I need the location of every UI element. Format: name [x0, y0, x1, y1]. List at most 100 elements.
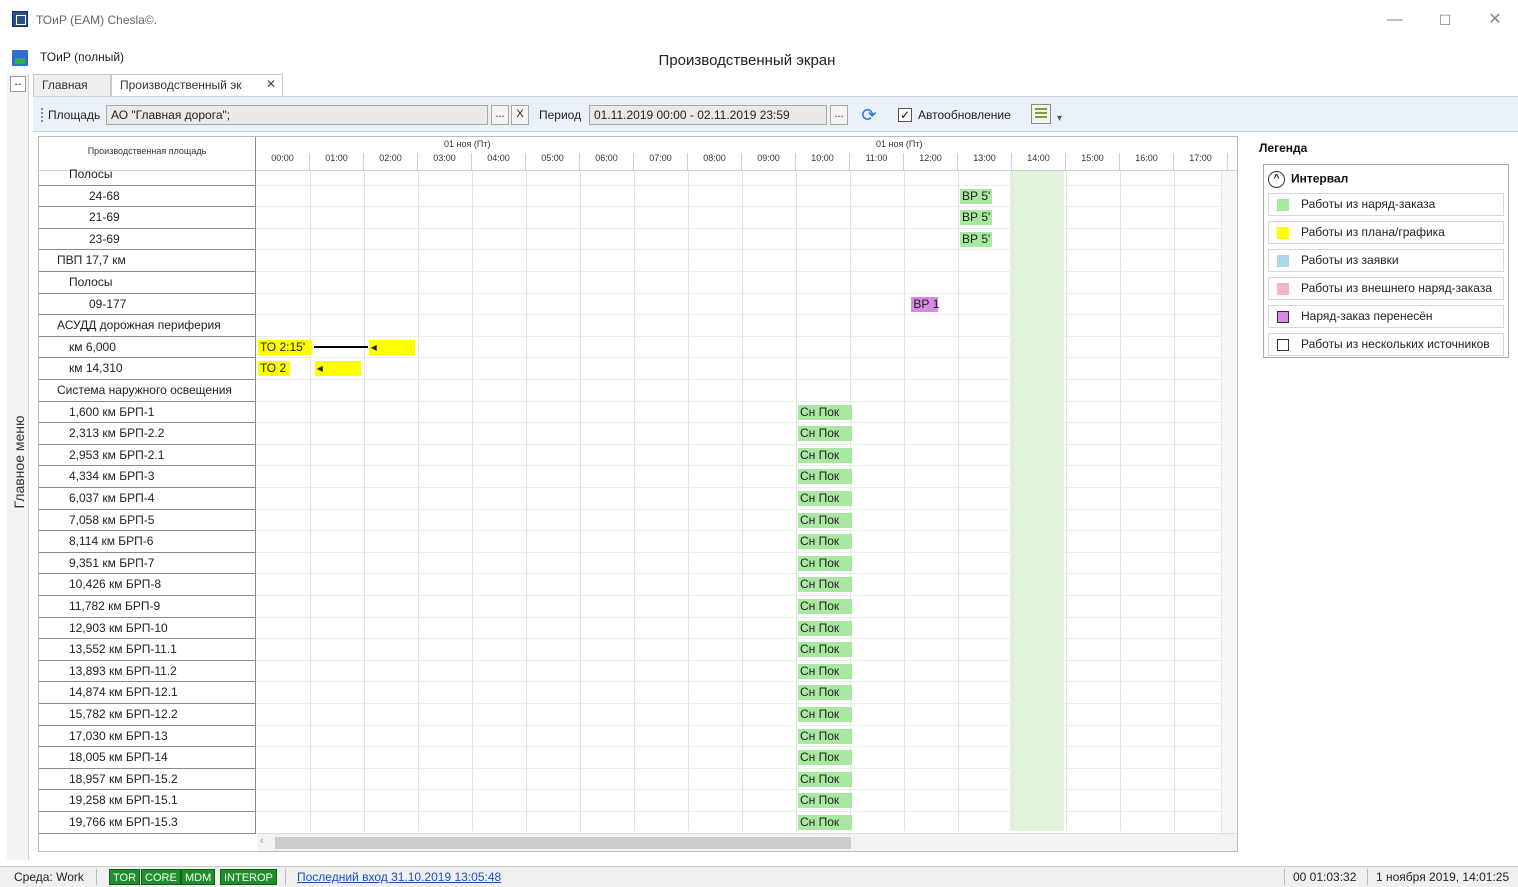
work-order-bar[interactable]: Сн Пок [798, 404, 852, 420]
work-order-bar[interactable]: Сн Пок [798, 426, 852, 442]
grid-row[interactable]: 21-69 [39, 207, 1237, 229]
row-area-name[interactable]: 1,600 км БРП-1 [39, 401, 256, 424]
row-area-name[interactable]: 2,953 км БРП-2.1 [39, 444, 256, 467]
row-area-name[interactable]: 19,766 км БРП-15.3 [39, 812, 256, 834]
plan-work-bar[interactable]: ТО 2 [258, 361, 291, 377]
grid-row[interactable]: 15,782 км БРП-12.2 [39, 704, 1237, 726]
work-order-bar[interactable]: ВР 5' [960, 188, 993, 204]
row-area-name[interactable]: 21-69 [39, 207, 256, 229]
grid-row[interactable]: 8,114 км БРП-6 [39, 531, 1237, 553]
work-order-bar[interactable]: Сн Пок [798, 599, 852, 614]
legend-item[interactable]: Работы из наряд-заказа [1268, 193, 1504, 216]
legend-item[interactable]: Наряд-заказ перенесён [1268, 305, 1504, 328]
row-area-name[interactable]: 24-68 [39, 185, 256, 208]
row-area-name[interactable]: км 6,000 [39, 336, 256, 359]
row-area-name[interactable]: 12,903 км БРП-10 [39, 617, 256, 640]
grid-row[interactable]: 11,782 км БРП-9 [39, 596, 1237, 618]
row-area-name[interactable]: 6,037 км БРП-4 [39, 488, 256, 510]
plan-work-bar[interactable]: ◂ [314, 361, 361, 377]
row-area-name[interactable]: 10,426 км БРП-8 [39, 574, 256, 596]
grid-row[interactable]: 17,030 км БРП-13 [39, 725, 1237, 748]
work-order-bar[interactable]: Сн Пок [798, 577, 852, 593]
work-order-bar[interactable]: Сн Пок [798, 771, 852, 787]
work-order-bar[interactable]: Сн Пок [798, 555, 852, 571]
period-field[interactable]: 01.11.2019 00:00 - 02.11.2019 23:59 [589, 105, 827, 125]
toolbar-overflow-icon[interactable]: ▾ [1057, 113, 1062, 124]
area-field[interactable]: АО "Главная дорога"; [106, 105, 488, 125]
main-menu-panel[interactable]: ↔ Главное меню [7, 74, 29, 860]
work-order-bar[interactable]: Сн Пок [798, 685, 852, 701]
grid-row[interactable]: 18,957 км БРП-15.2 [39, 768, 1237, 791]
autoupdate-label[interactable]: Автообновление [918, 108, 1011, 122]
row-area-name[interactable]: Полосы [39, 164, 256, 186]
grid-row[interactable]: 14,874 км БРП-12.1 [39, 682, 1237, 704]
legend-item[interactable]: Работы из заявки [1268, 249, 1504, 272]
work-order-bar[interactable]: Сн Пок [798, 815, 852, 830]
grid-row[interactable]: 7,058 км БРП-5 [39, 509, 1237, 532]
grid-row[interactable]: 9,351 км БРП-7 [39, 552, 1237, 575]
close-tab-icon[interactable]: ✕ [266, 77, 276, 91]
grid-row[interactable]: 19,258 км БРП-15.1 [39, 790, 1237, 812]
collapse-icon[interactable]: ^ [1268, 171, 1285, 188]
area-select-button[interactable]: ... [491, 105, 509, 125]
grid-row[interactable]: 19,766 км БРП-15.3 [39, 812, 1237, 834]
production-gantt-grid[interactable]: Производственная площадь 01 ноя (Пт) 01 … [38, 136, 1238, 852]
work-order-bar[interactable]: Сн Пок [798, 534, 852, 550]
row-area-name[interactable]: ПВП 17,7 км [39, 250, 256, 272]
grid-row[interactable]: 12,903 км БРП-10 [39, 617, 1237, 640]
row-area-name[interactable]: 18,957 км БРП-15.2 [39, 768, 256, 791]
grid-row[interactable]: ПВП 17,7 км [39, 250, 1237, 272]
row-area-name[interactable]: 4,334 км БРП-3 [39, 466, 256, 488]
row-area-name[interactable]: 18,005 км БРП-14 [39, 747, 256, 769]
grid-row[interactable]: Полосы [39, 272, 1237, 294]
main-menu-label[interactable]: Главное меню [11, 392, 27, 532]
row-area-name[interactable]: 15,782 км БРП-12.2 [39, 704, 256, 726]
maximize-button[interactable]: ☐ [1430, 8, 1460, 32]
work-order-bar[interactable]: ВР 5' [960, 231, 993, 247]
row-area-name[interactable]: 8,114 км БРП-6 [39, 531, 256, 553]
row-area-name[interactable]: 09-177 [39, 293, 256, 316]
autoupdate-checkbox[interactable]: ✓ [898, 108, 912, 122]
area-clear-button[interactable]: X [511, 105, 529, 125]
row-area-name[interactable]: км 14,310 [39, 358, 256, 380]
vertical-scrollbar[interactable] [1221, 171, 1237, 833]
plan-work-bar[interactable]: ◂ [368, 339, 415, 355]
grid-row[interactable]: АСУДД дорожная периферия [39, 315, 1237, 337]
grid-row[interactable]: 6,037 км БРП-4 [39, 488, 1237, 510]
grid-row[interactable]: 1,600 км БРП-1 [39, 401, 1237, 424]
work-order-bar[interactable]: Сн Пок [798, 707, 852, 722]
work-order-bar[interactable]: ВР 5' [960, 210, 993, 226]
tab-production-screen[interactable]: Производственный эк ✕ [111, 74, 283, 96]
row-area-name[interactable]: АСУДД дорожная периферия [39, 315, 256, 337]
row-area-name[interactable]: 19,258 км БРП-15.1 [39, 790, 256, 812]
grid-row[interactable]: км 6,000 [39, 336, 1237, 359]
work-order-bar[interactable]: Сн Пок [798, 447, 852, 463]
grid-row[interactable]: 13,893 км БРП-11.2 [39, 660, 1237, 683]
grid-row[interactable]: 09-177 [39, 293, 1237, 316]
tab-main[interactable]: Главная [33, 74, 111, 96]
refresh-icon[interactable]: ⟳ [859, 105, 879, 125]
scroll-left-icon[interactable]: ‹ [260, 835, 264, 847]
work-order-bar[interactable]: Сн Пок [798, 512, 852, 528]
work-order-bar[interactable]: Сн Пок [798, 793, 852, 809]
work-order-bar[interactable]: Сн Пок [798, 469, 852, 485]
legend-group-interval[interactable]: ^ Интервал [1268, 171, 1348, 188]
row-area-name[interactable]: 14,874 км БРП-12.1 [39, 682, 256, 704]
layout-settings-icon[interactable] [1031, 104, 1051, 124]
close-window-button[interactable]: ✕ [1480, 8, 1510, 32]
grid-row[interactable]: Система наружного освещения [39, 380, 1237, 402]
work-order-bar[interactable]: Сн Пок [798, 642, 852, 658]
grid-row[interactable]: км 14,310 [39, 358, 1237, 380]
row-area-name[interactable]: 11,782 км БРП-9 [39, 596, 256, 618]
row-area-name[interactable]: 13,893 км БРП-11.2 [39, 660, 256, 683]
row-area-name[interactable]: 2,313 км БРП-2.2 [39, 423, 256, 445]
menu-toggle-icon[interactable]: ↔ [10, 76, 26, 92]
grid-row[interactable]: 23-69 [39, 228, 1237, 251]
grid-row[interactable]: Полосы [39, 164, 1237, 186]
rescheduled-order-bar[interactable]: ВР 1 [911, 296, 939, 312]
work-order-bar[interactable]: Сн Пок [798, 620, 852, 636]
legend-item[interactable]: Работы из плана/графика [1268, 221, 1504, 244]
grid-row[interactable]: 10,426 км БРП-8 [39, 574, 1237, 596]
last-login-link[interactable]: Последний вход 31.10.2019 13:05:48 [297, 870, 501, 884]
grid-row[interactable]: 2,313 км БРП-2.2 [39, 423, 1237, 445]
